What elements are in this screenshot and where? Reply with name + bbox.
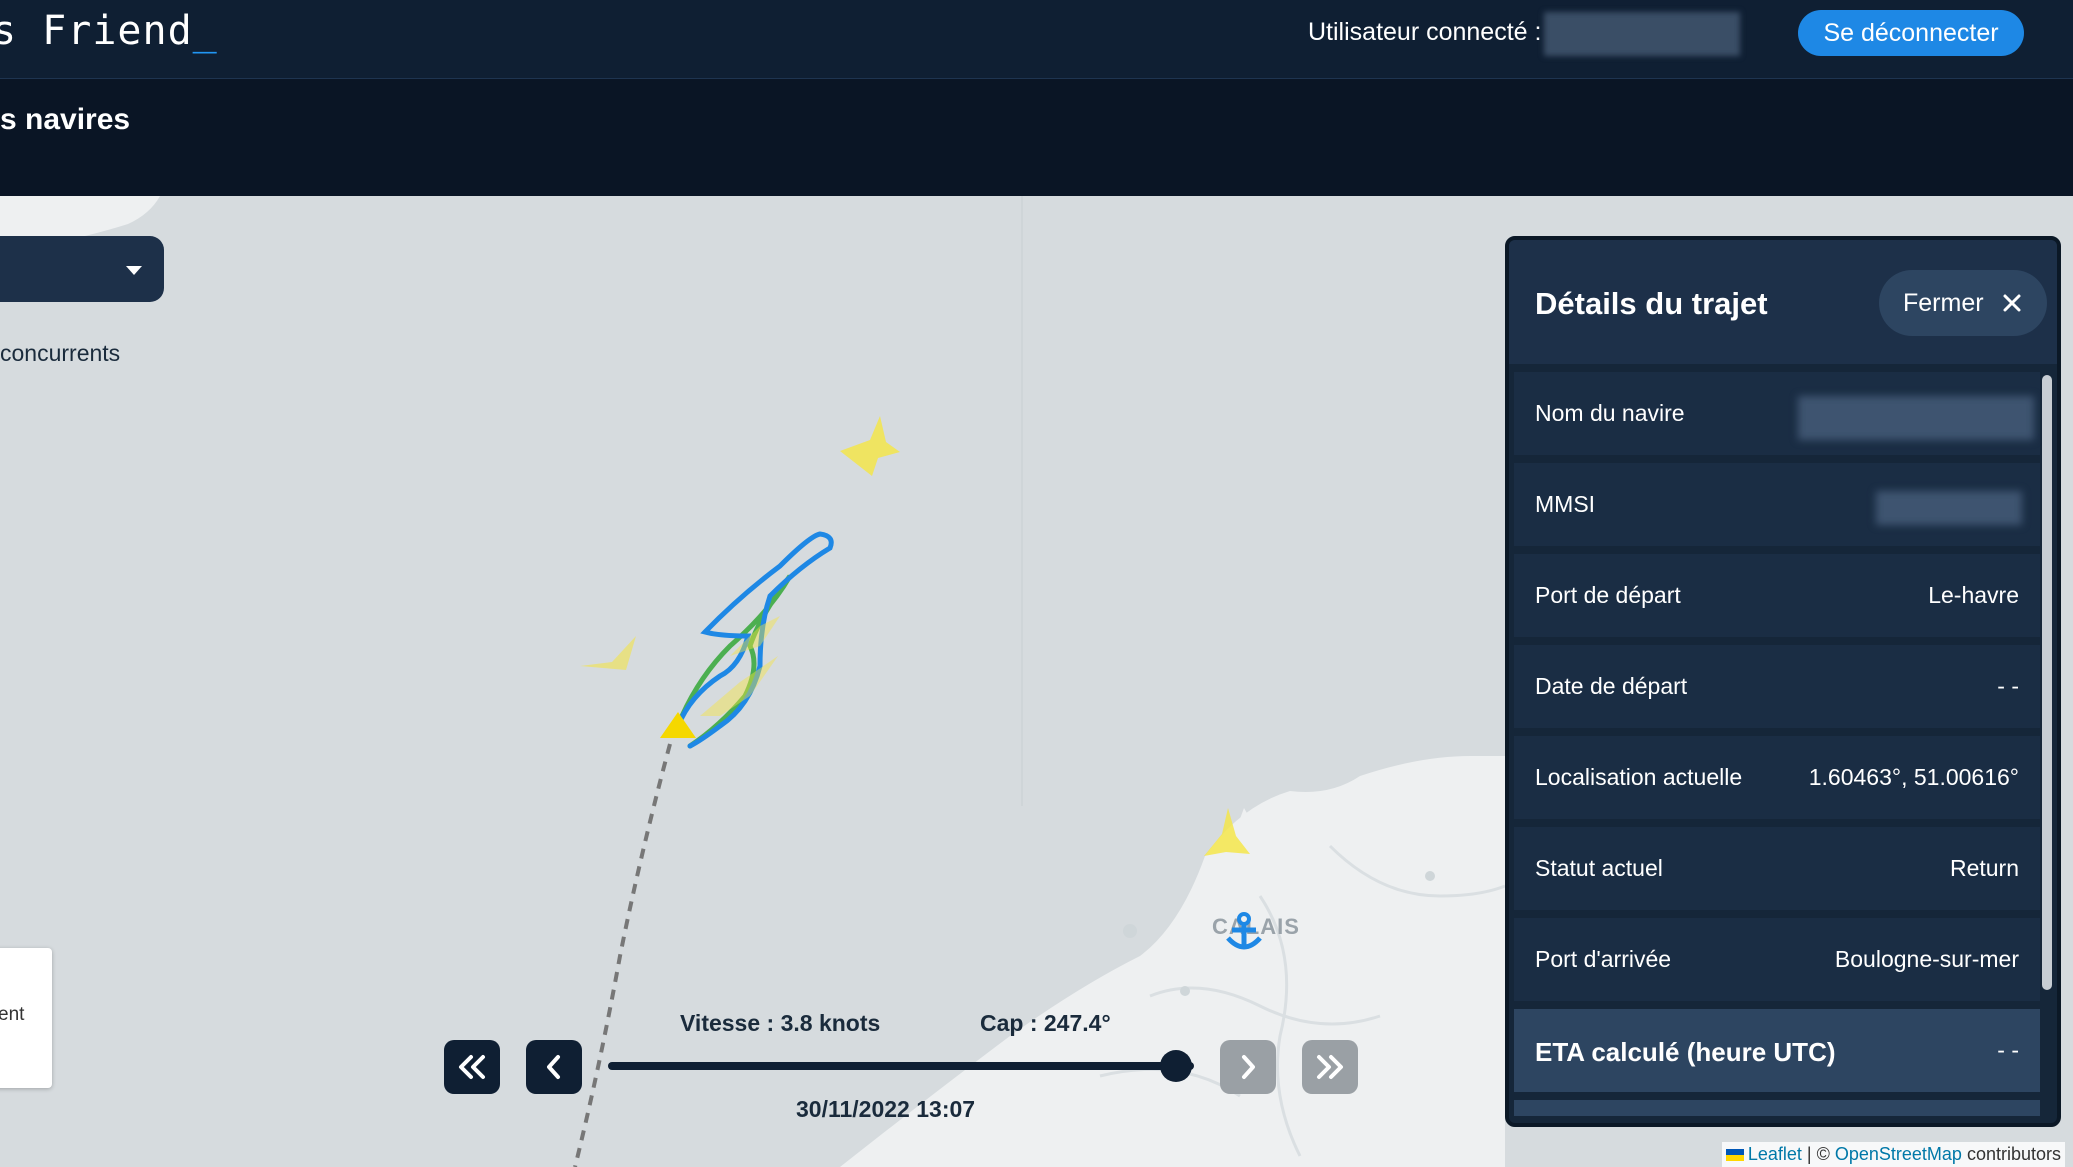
speed-readout: Vitesse : 3.8 knots [680,1010,881,1036]
double-chevron-right-icon [1317,1055,1343,1079]
detail-row-arrival-port: Port d'arrivée Boulogne-sur-mer [1514,918,2040,1001]
detail-row-current-status: Statut actuel Return [1514,827,2040,910]
leaflet-link[interactable]: Leaflet [1748,1144,1802,1164]
panel-title: Détails du trajet [1535,286,1768,321]
detail-row-eta: ETA calculé (heure UTC) - - [1514,1009,2040,1092]
competitors-toggle-label[interactable]: concurrents [0,340,120,367]
page-title: s navires [0,103,131,136]
vessel-name-redacted [1798,396,2034,440]
map-attribution: Leaflet | © OpenStreetMap contributors [1721,1142,2065,1167]
detail-row-next [1514,1100,2040,1116]
logout-button[interactable]: Se déconnecter [1798,10,2024,56]
chevron-right-icon [1242,1055,1255,1079]
timeline-slider-track[interactable] [608,1062,1194,1070]
top-header: s Friend_ Utilisateur connecté : Se déco… [0,0,2073,79]
detail-row-vessel-name: Nom du navire [1514,372,2040,455]
chevron-left-icon [547,1055,560,1079]
detail-row-mmsi: MMSI [1514,463,2040,546]
app-brand: s Friend_ [0,8,218,54]
caret-down-icon [126,266,142,275]
sub-header: s navires [0,79,2073,196]
connected-user-label: Utilisateur connecté : [1308,18,1542,46]
close-icon [2003,294,2021,312]
fast-forward-button[interactable] [1302,1040,1358,1094]
rewind-button[interactable] [444,1040,500,1094]
close-panel-button[interactable]: Fermer [1879,270,2047,336]
panel-header: Détails du trajet Fermer [1509,240,2057,364]
mmsi-redacted [1876,491,2022,525]
connected-user-name-redacted [1544,12,1740,56]
map-legend: ent [0,948,52,1088]
detail-row-current-location: Localisation actuelle 1.60463°, 51.00616… [1514,736,2040,819]
step-forward-button[interactable] [1220,1040,1276,1094]
current-ship-marker [660,712,696,738]
trip-details-list: Nom du navire MMSI Port de départ Le-hav… [1509,372,2040,1123]
legend-text: ent [0,1004,25,1025]
competitor-ship-markers [580,416,1250,856]
ukraine-flag-icon [1725,1149,1744,1162]
double-chevron-left-icon [459,1055,485,1079]
playback-datetime: 30/11/2022 13:07 [796,1096,976,1122]
trip-details-panel: Détails du trajet Fermer Nom du navire M… [1505,236,2061,1127]
detail-row-departure-port: Port de départ Le-havre [1514,554,2040,637]
fleet-select-dropdown[interactable] [0,236,164,302]
detail-row-departure-date: Date de départ - - [1514,645,2040,728]
heading-readout: Cap : 247.4° [980,1010,1111,1036]
panel-scrollbar[interactable] [2042,375,2052,990]
step-back-button[interactable] [526,1040,582,1094]
port-anchor-icon[interactable] [1222,910,1266,954]
openstreetmap-link[interactable]: OpenStreetMap [1835,1144,1962,1164]
